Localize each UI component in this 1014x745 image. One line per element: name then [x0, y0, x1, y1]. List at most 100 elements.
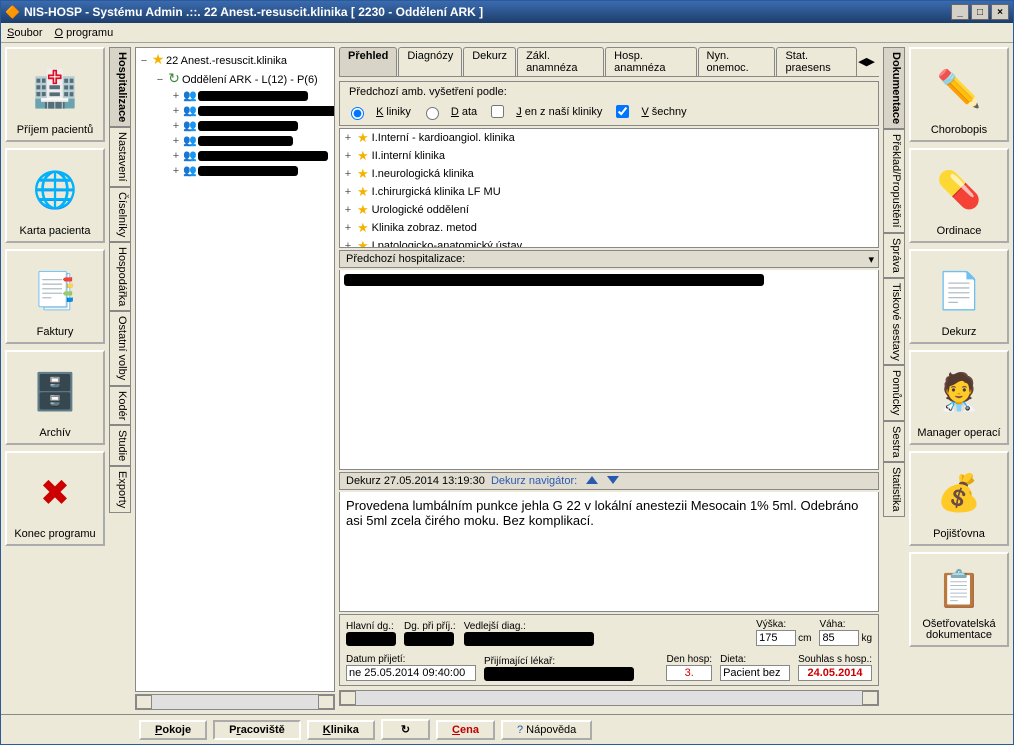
patient-row[interactable]: +👥 — [170, 148, 332, 163]
vtab-hospitalizace[interactable]: Hospitalizace — [109, 47, 131, 127]
patient-row[interactable]: +👥 — [170, 88, 332, 103]
radio-kliniky[interactable]: Kliniky — [346, 104, 411, 120]
faktury-button[interactable]: 📑 Faktury — [5, 249, 105, 344]
maximize-button[interactable]: □ — [971, 4, 989, 20]
manager-operaci-button[interactable]: 🧑‍⚕️ Manager operací — [909, 350, 1009, 445]
refresh-button[interactable]: ↻ — [381, 719, 430, 740]
chorobopis-button[interactable]: ✏️ Chorobopis — [909, 47, 1009, 142]
patient-row[interactable]: +👥 — [170, 118, 332, 133]
clinic-list[interactable]: +★I.Interní - kardioangiol. klinika +★II… — [339, 128, 879, 248]
dekurz-navigator-link[interactable]: Dekurz navigátor: — [491, 475, 577, 487]
patient-row[interactable]: +👥 — [170, 103, 332, 118]
dieta-input[interactable] — [720, 665, 790, 681]
window-title: NIS-HOSP - Systému Admin .::. 22 Anest.-… — [24, 5, 951, 19]
clinic-row[interactable]: +★II.interní klinika — [340, 147, 878, 165]
prev-hosp-content — [339, 270, 879, 470]
clinic-row[interactable]: +★Urologické oddělení — [340, 201, 878, 219]
pokoje-button[interactable]: Pokoje — [139, 720, 207, 740]
clinic-row[interactable]: +★I.Interní - kardioangiol. klinika — [340, 129, 878, 147]
vtab-sestra[interactable]: Sestra — [883, 421, 905, 463]
datum-prijeti-input[interactable] — [346, 665, 476, 681]
pracoviste-button[interactable]: Pracoviště — [213, 720, 301, 740]
clinic-row[interactable]: +★I.neurologická klinika — [340, 165, 878, 183]
tab-hosp-anamneza[interactable]: Hosp. anamnéza — [605, 47, 696, 76]
vtab-statistika[interactable]: Statistika — [883, 462, 905, 517]
napoveda-button[interactable]: ? Nápověda — [501, 720, 592, 740]
dekurz-nav-up-icon[interactable] — [586, 476, 598, 484]
ordinace-icon: 💊 — [919, 154, 999, 226]
pojistovna-button[interactable]: 💰 Pojišťovna — [909, 451, 1009, 546]
archiv-button[interactable]: 🗄️ Archív — [5, 350, 105, 445]
osetrovatelska-dokumentace-button[interactable]: 📋 Ošetřovatelská dokumentace — [909, 552, 1009, 647]
tabs-scroll-left-icon[interactable]: ◀ — [858, 55, 866, 68]
vtab-exporty[interactable]: Exporty — [109, 466, 131, 513]
prev-hosp-header: Předchozí hospitalizace: ▾ — [339, 250, 879, 268]
department-tree[interactable]: −★22 Anest.-resuscit.klinika −↻Oddělení … — [135, 47, 335, 692]
prijem-pacientu-button[interactable]: 🏥 Příjem pacientů — [5, 47, 105, 142]
refresh-icon: ↻ — [401, 724, 410, 736]
karta-pacienta-button[interactable]: 🌐 Karta pacienta — [5, 148, 105, 243]
radio-data[interactable]: Data — [421, 104, 477, 120]
vtab-pomucky[interactable]: Pomůcky — [883, 365, 905, 420]
tab-stat-praesens[interactable]: Stat. praesens — [776, 47, 857, 76]
vtab-dokumentace[interactable]: Dokumentace — [883, 47, 905, 129]
tab-dekurz[interactable]: Dekurz — [463, 47, 516, 76]
help-icon: ? — [517, 724, 523, 736]
tab-prehled[interactable]: Přehled — [339, 47, 397, 76]
dekurz-text-area[interactable]: Provedena lumbálním punkce jehla G 22 v … — [339, 492, 879, 612]
tab-diagnozy[interactable]: Diagnózy — [398, 47, 462, 76]
filter-groupbox: Předchozí amb. vyšetření podle: Kliniky … — [339, 81, 879, 126]
hosp-collapse-icon[interactable]: ▾ — [868, 253, 874, 266]
vtab-studie[interactable]: Studie — [109, 425, 131, 466]
tree-root[interactable]: 22 Anest.-resuscit.klinika — [166, 55, 287, 67]
vtab-tiskove-sestavy[interactable]: Tiskové sestavy — [883, 278, 905, 366]
minimize-button[interactable]: _ — [951, 4, 969, 20]
patient-row[interactable]: +👥 — [170, 133, 332, 148]
tab-zakl-anamneza[interactable]: Zákl. anamnéza — [517, 47, 604, 76]
vtab-nastaveni[interactable]: Nastavení — [109, 127, 131, 187]
vaha-input[interactable] — [819, 630, 859, 646]
vtab-ostatni-volby[interactable]: Ostatní volby — [109, 311, 131, 385]
clinic-row[interactable]: +★Klinika zobraz. metod — [340, 219, 878, 237]
konec-programu-button[interactable]: ✖ Konec programu — [5, 451, 105, 546]
manager-operaci-label: Manager operací — [917, 428, 1000, 439]
app-icon: 🔶 — [5, 5, 20, 19]
vtab-preklad-propusteni[interactable]: Překlad/Propuštění — [883, 129, 905, 233]
tab-nyn-onemoc[interactable]: Nyn. onemoc. — [698, 47, 776, 76]
content-horizontal-scrollbar[interactable] — [339, 690, 879, 706]
app-window: 🔶 NIS-HOSP - Systému Admin .::. 22 Anest… — [0, 0, 1014, 745]
klinika-button[interactable]: Klinika — [307, 720, 375, 740]
tree-horizontal-scrollbar[interactable] — [135, 694, 335, 710]
menubar: Soubor O programu — [1, 23, 1013, 43]
konec-label: Konec programu — [14, 529, 95, 540]
dekurz-timestamp: Dekurz 27.05.2014 13:19:30 — [346, 475, 485, 487]
cena-button[interactable]: Cena — [436, 720, 495, 740]
tree-department[interactable]: Oddělení ARK - L(12) - P(6) — [182, 74, 318, 86]
vtab-hospodarka[interactable]: Hospodářka — [109, 242, 131, 311]
patient-row[interactable]: +👥 — [170, 163, 332, 178]
vtab-ciselniky[interactable]: Číselníky — [109, 187, 131, 242]
osetrovatelska-label: Ošetřovatelská dokumentace — [913, 619, 1005, 641]
chorobopis-label: Chorobopis — [931, 125, 987, 136]
pojistovna-icon: 💰 — [919, 457, 999, 529]
tabs-scroll-right-icon[interactable]: ▶ — [867, 55, 875, 68]
checkbox-jen-z-nasi[interactable]: Jen z naší kliniky — [487, 102, 602, 121]
karta-icon: 🌐 — [15, 154, 95, 226]
vyska-input[interactable] — [756, 630, 796, 646]
vtab-koder[interactable]: Kodér — [109, 386, 131, 425]
checkbox-vsechny[interactable]: Všechny — [612, 102, 686, 121]
dekurz-nav-down-icon[interactable] — [607, 476, 619, 484]
clinic-row[interactable]: +★I.chirurgická klinika LF MU — [340, 183, 878, 201]
dekurz-button[interactable]: 📄 Dekurz — [909, 249, 1009, 344]
ordinace-label: Ordinace — [937, 226, 982, 237]
menu-oprogramu[interactable]: O programu — [54, 27, 113, 39]
right-button-column: ✏️ Chorobopis 💊 Ordinace 📄 Dekurz 🧑‍⚕️ M… — [909, 47, 1009, 710]
close-button[interactable]: × — [991, 4, 1009, 20]
vtab-sprava[interactable]: Správa — [883, 233, 905, 278]
menu-soubor[interactable]: Soubor — [7, 27, 42, 39]
clinic-row[interactable]: +★I.patologicko-anatomický ústav — [340, 237, 878, 248]
konec-icon: ✖ — [15, 457, 95, 529]
left-vertical-tabs: Hospitalizace Nastavení Číselníky Hospod… — [109, 47, 131, 710]
dekurz-label: Dekurz — [942, 327, 977, 338]
ordinace-button[interactable]: 💊 Ordinace — [909, 148, 1009, 243]
